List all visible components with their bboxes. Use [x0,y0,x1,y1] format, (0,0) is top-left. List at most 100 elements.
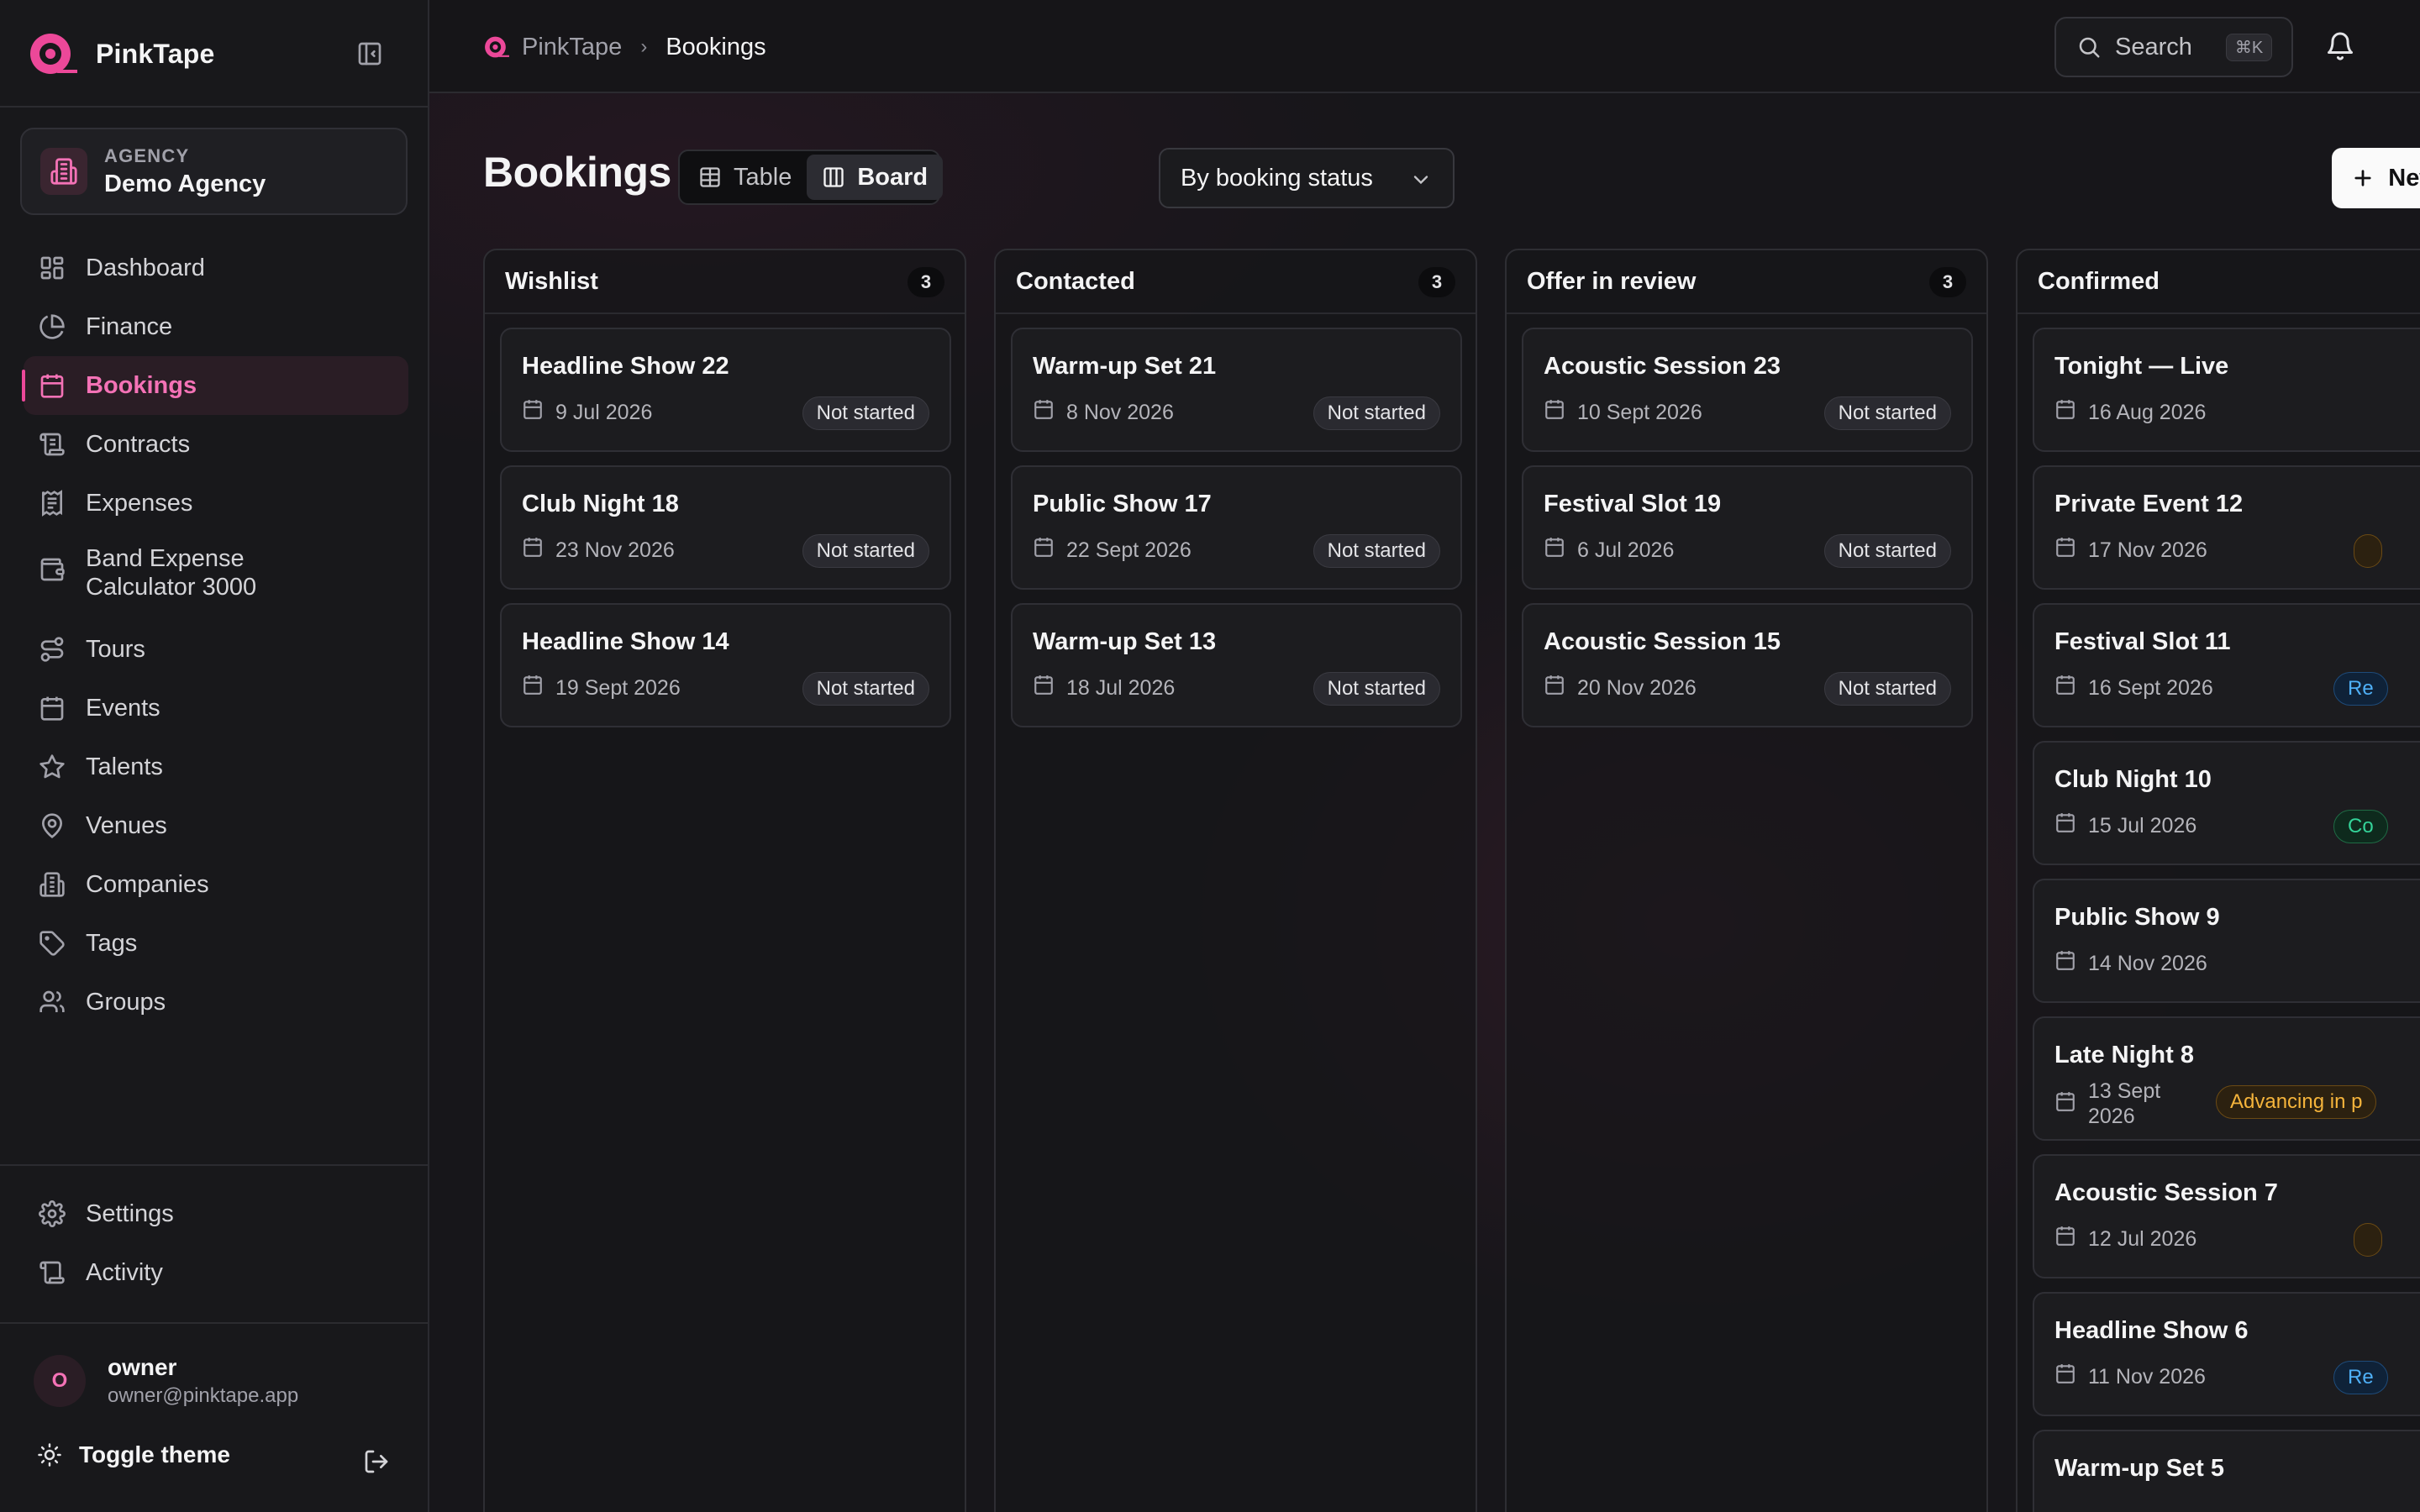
booking-card[interactable]: Public Show 9 14 Nov 2026 [2033,879,2420,1003]
booking-date-label: 10 Sept 2026 [1577,400,1702,424]
booking-date: 11 Nov 2026 [2054,1362,2206,1390]
calendar-icon [1544,674,1565,701]
booking-card[interactable]: Warm-up Set 13 18 Jul 2026 Not started [1011,603,1462,727]
booking-date-label: 18 Jul 2026 [1066,675,1176,700]
booking-status-badge: Not started [802,672,929,706]
booking-status-badge: Not started [802,396,929,430]
booking-title: Club Night 18 [522,491,679,517]
pinktape-logo-icon [30,34,77,74]
booking-date-label: 16 Sept 2026 [2088,675,2213,700]
user-email: owner@pinktape.app [108,1384,299,1407]
sidebar-item-settings[interactable]: Settings [24,1184,408,1243]
sidebar-item-label: Contracts [86,430,191,458]
sidebar-item-band-expense-calculator[interactable]: Band Expense Calculator 3000 [24,533,408,620]
view-table-button[interactable]: Table [683,155,807,200]
booking-status-badge: Re [2333,672,2388,706]
calendar-icon [2054,674,2076,701]
booking-card[interactable]: Acoustic Session 7 12 Jul 2026 [2033,1154,2420,1278]
divider [0,106,428,108]
column-count-badge: 3 [1418,267,1455,297]
booking-title: Festival Slot 19 [1544,491,1722,517]
column-title: Contacted [1016,267,1135,295]
booking-date-label: 22 Sept 2026 [1066,538,1192,562]
booking-title: Club Night 10 [2054,766,2212,793]
divider [0,1164,428,1166]
brand[interactable]: PinkTape [27,29,215,79]
user-name: owner [108,1354,177,1380]
calendar-icon [522,398,544,426]
sidebar-item-talents[interactable]: Talents [24,738,408,796]
sidebar-item-activity[interactable]: Activity [24,1243,408,1302]
sidebar-item-events[interactable]: Events [24,679,408,738]
group-by-select[interactable]: By booking status [1159,148,1455,208]
board-column-offer-in-review: Offer in review 3 Acoustic Session 23 10 Se… [1505,249,1988,1512]
gear-icon [39,1200,66,1227]
sidebar-item-tags[interactable]: Tags [24,914,408,973]
booking-date: 12 Jul 2026 [2054,1225,2196,1252]
group-by-value: By booking status [1181,164,1373,192]
calendar-icon [1544,398,1565,426]
user-menu[interactable]: O owner owner@pinktape.app [34,1354,298,1408]
notifications-button[interactable] [2323,29,2358,64]
booking-title: Warm-up Set 5 [2054,1455,2224,1482]
booking-card[interactable]: Warm-up Set 21 8 Nov 2026 Not started [1011,328,1462,452]
sidebar-item-companies[interactable]: Companies [24,855,408,914]
booking-title: Acoustic Session 7 [2054,1179,2278,1206]
sidebar-item-venues[interactable]: Venues [24,796,408,855]
view-table-label: Table [734,163,792,191]
sidebar-item-contracts[interactable]: Contracts [24,415,408,474]
booking-card[interactable]: Headline Show 6 11 Nov 2026 Re [2033,1292,2420,1416]
booking-date: 9 Jul 2026 [522,398,652,426]
booking-card[interactable]: Headline Show 14 19 Sept 2026 Not started [500,603,951,727]
booking-card[interactable]: Late Night 8 13 Sept 2026 Advancing in p [2033,1016,2420,1141]
booking-date: 13 Sept 2026 [2054,1079,2189,1129]
booking-date-label: 14 Nov 2026 [2088,951,2207,975]
booking-title: Private Event 12 [2054,491,2244,517]
breadcrumb-root[interactable]: PinkTape [522,34,622,61]
booking-title: Headline Show 14 [522,628,729,655]
main-content: PinkTape › Bookings Search ⌘K Bookings T… [429,0,2420,1512]
booking-card[interactable]: Tonight — Live 16 Aug 2026 [2033,328,2420,452]
booking-date: 20 Nov 2026 [1544,674,1697,701]
collapse-sidebar-button[interactable] [353,39,387,69]
booking-status-badge: Not started [1823,396,1951,430]
column-title: Wishlist [505,267,598,295]
booking-card[interactable]: Club Night 18 23 Nov 2026 Not started [500,465,951,590]
toggle-theme-label: Toggle theme [79,1441,230,1467]
table-icon [700,167,720,187]
booking-card[interactable]: Headline Show 22 9 Jul 2026 Not started [500,328,951,452]
calendar-icon [2054,949,2076,977]
scroll-icon [39,1259,66,1286]
booking-card[interactable]: Private Event 12 17 Nov 2026 [2033,465,2420,590]
sidebar-item-dashboard[interactable]: Dashboard [24,239,408,297]
column-count-badge: 3 [908,267,944,297]
booking-card[interactable]: Festival Slot 19 6 Jul 2026 Not started [1522,465,1973,590]
sidebar-item-finance[interactable]: Finance [24,297,408,356]
new-booking-button[interactable]: New booking [2332,148,2420,208]
column-header: Contacted 3 [996,250,1476,314]
booking-title: Warm-up Set 13 [1033,628,1217,655]
booking-card[interactable]: Acoustic Session 15 20 Nov 2026 Not starte… [1522,603,1973,727]
booking-card[interactable]: Warm-up Set 5 [2033,1430,2420,1512]
toggle-theme-button[interactable]: Toggle theme [37,1441,230,1468]
top-bar: PinkTape › Bookings Search ⌘K [429,0,2420,93]
booking-card[interactable]: Public Show 17 22 Sept 2026 Not started [1011,465,1462,590]
sidebar-item-label: Activity [86,1258,163,1286]
booking-card[interactable]: Festival Slot 11 16 Sept 2026 Re [2033,603,2420,727]
sidebar-item-bookings[interactable]: Bookings [22,356,408,415]
sidebar-item-tours[interactable]: Tours [24,620,408,679]
booking-card[interactable]: Club Night 10 15 Jul 2026 Co [2033,741,2420,865]
star-icon [39,753,66,780]
booking-date-label: 17 Nov 2026 [2088,538,2207,562]
sidebar-item-expenses[interactable]: Expenses [24,474,408,533]
view-board-button[interactable]: Board [807,155,944,200]
sidebar-item-label: Tours [86,635,145,663]
search-button[interactable]: Search ⌘K [2054,17,2293,77]
booking-card[interactable]: Acoustic Session 23 10 Sept 2026 Not start… [1522,328,1973,452]
booking-date-label: 9 Jul 2026 [555,400,653,424]
logout-button[interactable] [360,1445,393,1478]
agency-name: Demo Agency [104,170,266,197]
agency-switcher[interactable]: AGENCY Demo Agency [20,128,408,215]
column-title: Offer in review [1527,267,1697,295]
sidebar-item-groups[interactable]: Groups [24,973,408,1032]
